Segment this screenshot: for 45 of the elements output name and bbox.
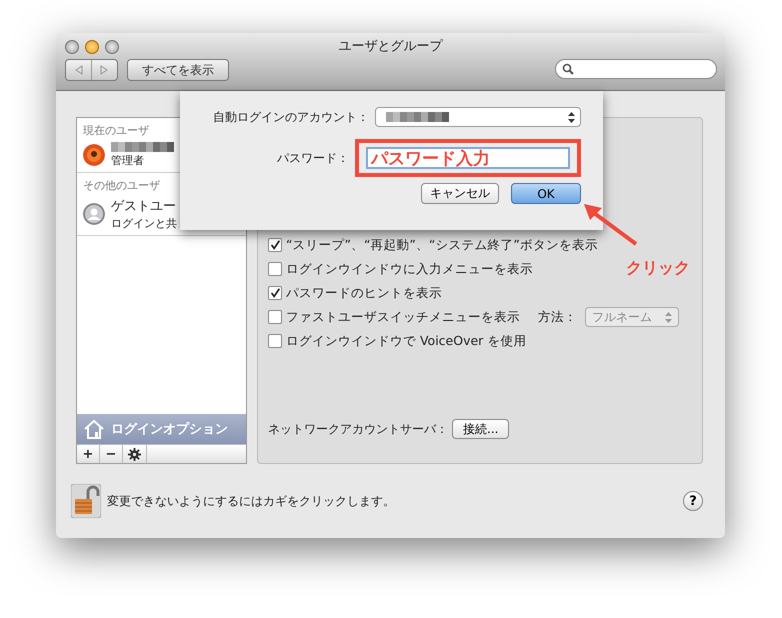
close-button[interactable] <box>65 40 79 54</box>
checkbox[interactable] <box>268 286 282 300</box>
minimize-button[interactable] <box>85 40 99 54</box>
password-label: パスワード： <box>277 150 349 166</box>
option-label: ファストユーザスイッチメニューを表示 <box>286 308 520 326</box>
account-label: 自動ログインのアカウント： <box>213 108 369 126</box>
user-detail: 管理者 <box>111 153 145 168</box>
list-button[interactable]: + <box>77 445 100 463</box>
help-button[interactable]: ? <box>683 491 703 511</box>
blurred-name <box>386 112 449 122</box>
person-avatar <box>83 203 105 225</box>
option-label: パスワードのヒントを表示 <box>286 284 442 302</box>
checkbox[interactable] <box>268 334 282 348</box>
show-all-button[interactable]: すべてを表示 <box>127 59 229 81</box>
password-field[interactable]: パスワード入力 <box>366 147 570 169</box>
zoom-button[interactable] <box>105 40 119 54</box>
house-icon <box>83 418 105 440</box>
network-label: ネットワークアカウントサーバ： <box>268 420 448 438</box>
window-title: ユーザとグループ <box>338 38 442 55</box>
option-label: “スリープ”、“再起動”、“システム終了”ボタンを表示 <box>286 236 598 254</box>
user-name: ゲストユー <box>111 198 177 215</box>
lock-message: 変更できないようにするにはカギをクリックします。 <box>107 492 395 510</box>
stepper-arrows-icon <box>568 112 575 122</box>
search-field[interactable] <box>555 59 717 79</box>
option-label: ログインウインドウで VoiceOver を使用 <box>286 332 526 350</box>
checkbox[interactable] <box>268 262 282 276</box>
annotation-text: クリック <box>626 258 690 279</box>
section-header: 現在のユーザ <box>82 123 150 139</box>
unlocked-padlock-icon[interactable] <box>71 484 101 518</box>
user-detail: ログインと共 <box>111 216 177 231</box>
method-label: 方法： <box>538 308 577 326</box>
back-forward-control[interactable] <box>65 59 118 81</box>
stepper-arrows-icon <box>665 312 672 322</box>
search-icon <box>562 63 574 75</box>
cancel-button[interactable]: キャンセル <box>421 183 499 204</box>
flower-avatar <box>83 144 105 166</box>
checkbox[interactable] <box>268 310 282 324</box>
ok-button[interactable]: OK <box>511 183 581 204</box>
list-button[interactable]: − <box>100 445 123 463</box>
option-label: ログインウインドウに入力メニューを表示 <box>286 260 533 278</box>
blurred-name <box>111 142 174 152</box>
connect-button[interactable]: 接続... <box>452 419 510 439</box>
checkbox[interactable] <box>268 238 282 252</box>
account-popup[interactable] <box>375 107 581 127</box>
section-header: その他のユーザ <box>82 178 161 194</box>
